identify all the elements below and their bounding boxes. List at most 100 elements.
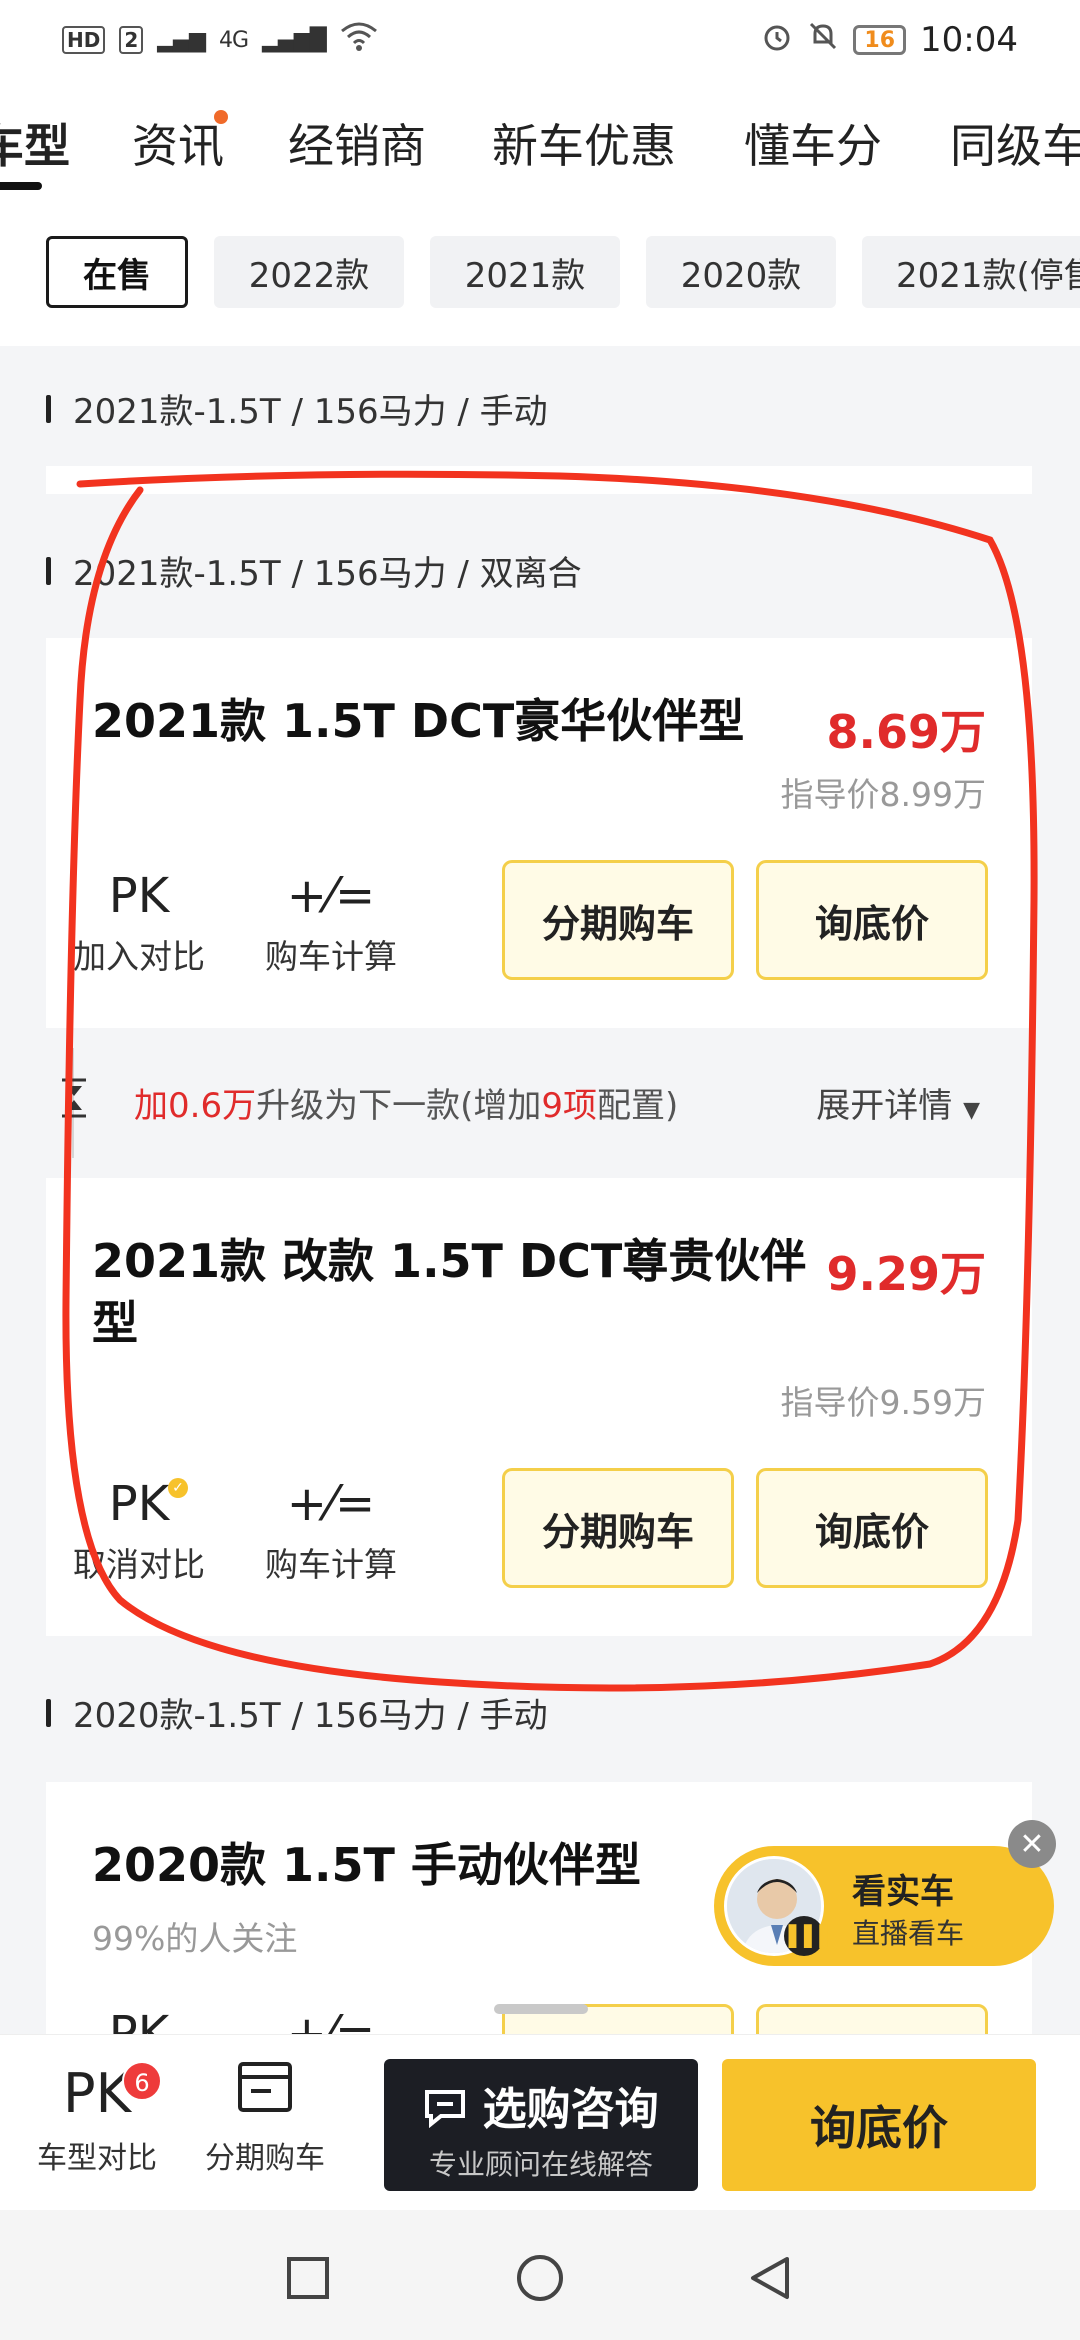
cancel-compare-button[interactable]: PK ✓ 取消对比 <box>64 1474 214 1586</box>
model-compare-button[interactable]: PK 6 车型对比 <box>12 2061 182 2177</box>
section-header-2021-manual: 2021款-1.5T / 156马力 / 手动 <box>46 384 548 433</box>
live-subtitle: 直播看车 <box>852 1917 965 1950</box>
upgrade-hint-row[interactable]: 加0.6万升级为下一款(增加9项配置) 展开详情 ▼ <box>46 1028 1032 1178</box>
system-nav-bar <box>0 2210 1080 2340</box>
trim-name: 2020款 1.5T 手动伙伴型 <box>92 1838 641 1892</box>
tab-same-class[interactable]: 同级车 <box>950 110 1080 176</box>
upgrade-text: 加0.6万升级为下一款(增加9项配置) <box>134 1078 678 1127</box>
battery-indicator: 16 <box>853 25 907 55</box>
live-audio-icon: ▐▐▐ <box>781 1916 827 1956</box>
news-dot-badge <box>214 110 228 124</box>
hd-indicator: HD <box>62 26 106 54</box>
section-title: 2021款-1.5T / 156马力 / 手动 <box>73 392 548 432</box>
ask-price-button[interactable]: 询底价 <box>756 860 988 980</box>
section-bar <box>46 394 51 423</box>
pk-text: PK <box>108 1476 170 1532</box>
live-view-widget[interactable]: ▐▐▐ 看实车 直播看车 <box>714 1846 1054 1966</box>
alarm-icon <box>761 20 793 60</box>
year-filter-bar: 在售 2022款 2021款 2020款 2021款(停售) <box>0 198 1080 346</box>
calculator-icon: +⁄= <box>286 1476 376 1532</box>
tab-new-car-offers[interactable]: 新车优惠 <box>492 110 676 176</box>
live-title: 看实车 <box>852 1872 954 1912</box>
trim-card[interactable]: 2021款 1.5T DCT豪华伙伴型 8.69万 指导价8.99万 PK 加入… <box>46 638 1032 1028</box>
tab-dealers[interactable]: 经销商 <box>288 110 426 176</box>
section-header-2021-dct: 2021款-1.5T / 156马力 / 双离合 <box>46 546 582 595</box>
close-icon[interactable]: ✕ <box>1008 1820 1056 1868</box>
guide-price: 指导价9.59万 <box>780 1383 986 1422</box>
car-calculator-button[interactable]: +⁄= 购车计算 <box>256 1474 406 1586</box>
installment-tool-button[interactable]: 分期购车 <box>180 2061 350 2177</box>
section-bar <box>46 1698 51 1727</box>
guide-price: 指导价8.99万 <box>780 775 986 814</box>
car-calculator-button[interactable]: +⁄= 购车计算 <box>256 866 406 978</box>
consult-title-text: 选购咨询 <box>482 2084 659 2135</box>
calculator-icon: +⁄= <box>286 868 376 924</box>
section-title: 2020款-1.5T / 156马力 / 手动 <box>73 1696 548 1736</box>
upgrade-suffix: 配置) <box>596 1086 679 1126</box>
collapsed-card <box>46 466 1032 494</box>
filter-2021-discontinued[interactable]: 2021款(停售) <box>862 236 1080 308</box>
network-type: 4G <box>219 27 249 53</box>
sim-indicator: 2 <box>119 26 144 54</box>
pk-icon: PK 6 <box>12 2061 182 2127</box>
scroll-handle[interactable] <box>494 2004 588 2014</box>
installment-button[interactable]: 分期购车 <box>502 1468 734 1588</box>
status-bar: HD 2 ▂▄▆ 4G ▂▄▆█ 16 10:04 <box>0 0 1080 80</box>
pk-text: PK <box>63 2062 131 2125</box>
home-icon[interactable] <box>510 2248 570 2308</box>
recent-apps-icon[interactable] <box>278 2248 338 2308</box>
trim-name: 2021款 改款 1.5T DCT尊贵伙伴 型 <box>92 1230 806 1354</box>
trim-name-line1: 2021款 改款 1.5T DCT尊贵伙伴 <box>92 1234 807 1288</box>
status-right: 16 10:04 <box>761 20 1018 60</box>
expand-label: 展开详情 <box>816 1086 953 1126</box>
chat-icon <box>423 2084 482 2135</box>
upgrade-icon <box>60 1078 88 1126</box>
wifi-icon <box>340 21 378 59</box>
clock: 10:04 <box>920 20 1018 60</box>
consult-title: 选购咨询 <box>384 2073 698 2137</box>
filter-2020[interactable]: 2020款 <box>646 236 836 308</box>
trim-card[interactable]: 2021款 改款 1.5T DCT尊贵伙伴 型 9.29万 指导价9.59万 P… <box>46 1178 1032 1636</box>
tab-news[interactable]: 资讯 <box>132 110 224 176</box>
filter-2022[interactable]: 2022款 <box>214 236 404 308</box>
signal-icon: ▂▄▆ <box>157 27 206 53</box>
compare-label: 车型对比 <box>37 2141 157 2176</box>
installment-button[interactable]: 分期购车 <box>502 860 734 980</box>
pk-icon: PK ✓ <box>64 1474 214 1534</box>
installment-label: 分期购车 <box>205 2141 325 2176</box>
filter-on-sale[interactable]: 在售 <box>46 236 188 308</box>
trim-name: 2021款 1.5T DCT豪华伙伴型 <box>92 694 745 748</box>
ask-price-button[interactable]: 询底价 <box>756 1468 988 1588</box>
compare-label: 取消对比 <box>73 1545 205 1584</box>
tab-car-score[interactable]: 懂车分 <box>744 110 882 176</box>
attention-note: 99%的人关注 <box>92 1919 298 1958</box>
compare-count-badge: 6 <box>122 2061 162 2101</box>
bottom-ask-price-button[interactable]: 询底价 <box>722 2059 1036 2191</box>
back-icon[interactable] <box>740 2248 800 2308</box>
consult-subtitle: 专业顾问在线解答 <box>428 2148 653 2181</box>
caret-down-icon: ▼ <box>963 1098 980 1123</box>
upgrade-price: 加0.6万 <box>134 1086 257 1126</box>
tab-models[interactable]: 车型 <box>0 110 70 176</box>
dealer-price: 9.29万 <box>826 1247 987 1301</box>
check-icon: ✓ <box>168 1478 188 1498</box>
dealer-price: 8.69万 <box>826 705 987 759</box>
add-compare-button[interactable]: PK 加入对比 <box>64 866 214 978</box>
signal-icon-2: ▂▄▆█ <box>262 27 327 53</box>
calculator-label: 购车计算 <box>265 937 397 976</box>
section-header-2020-manual: 2020款-1.5T / 156马力 / 手动 <box>46 1688 548 1737</box>
expand-details-link[interactable]: 展开详情 ▼ <box>816 1078 980 1127</box>
upgrade-middle: 升级为下一款(增加 <box>256 1086 542 1126</box>
section-title: 2021款-1.5T / 156马力 / 双离合 <box>73 554 582 594</box>
compare-label: 加入对比 <box>73 937 205 976</box>
active-tab-indicator <box>0 182 42 190</box>
status-left: HD 2 ▂▄▆ 4G ▂▄▆█ <box>62 21 378 59</box>
consult-button[interactable]: 选购咨询 专业顾问在线解答 <box>384 2059 698 2191</box>
trim-name-line2: 型 <box>92 1296 138 1350</box>
installment-icon <box>180 2061 350 2127</box>
filter-2021[interactable]: 2021款 <box>430 236 620 308</box>
calculator-label: 购车计算 <box>265 1545 397 1584</box>
upgrade-count: 9项 <box>541 1086 597 1126</box>
top-tab-bar: 车型 资讯 经销商 新车优惠 懂车分 同级车 <box>0 80 1080 198</box>
section-bar <box>46 556 51 585</box>
